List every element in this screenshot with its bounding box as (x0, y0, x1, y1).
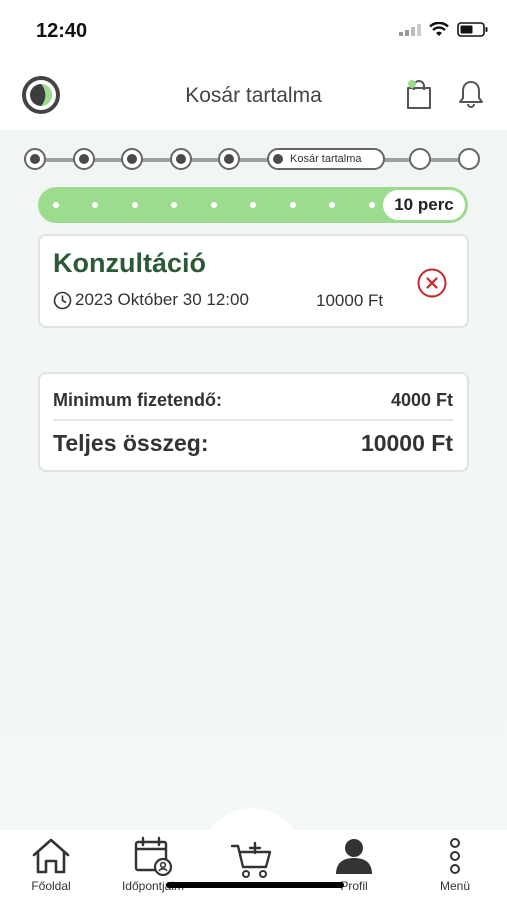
wifi-icon (429, 22, 449, 36)
summary-divider (53, 419, 453, 421)
step-1 (24, 148, 46, 170)
bell-icon[interactable] (456, 78, 486, 110)
timer-dot (53, 202, 59, 208)
step-7 (409, 148, 431, 170)
step-8 (458, 148, 480, 170)
profile-icon (336, 839, 372, 874)
cart-item-title: Konzultáció (53, 248, 206, 278)
signal-icon (399, 23, 421, 36)
cart-plus-icon (230, 841, 272, 878)
home-icon (32, 838, 70, 874)
cart-item-price: 10000 Ft (316, 291, 384, 310)
app-header: Kosár tartalma (0, 64, 507, 130)
status-icons (399, 22, 489, 37)
cart-icon[interactable] (404, 78, 434, 110)
cart-item-datetime: 2023 Október 30 12:00 (75, 290, 249, 309)
nav-profile-label: Profil (340, 879, 368, 893)
stepper-line (36, 158, 470, 162)
timer-label: 10 perc (383, 190, 465, 220)
timer-dot (171, 202, 177, 208)
minimum-payment-label: Minimum fizetendő: (53, 390, 222, 410)
nav-appointments[interactable]: Időpontjaim (116, 830, 190, 900)
total-row: Teljes összeg: 10000 Ft (53, 430, 453, 457)
status-bar: 12:40 (0, 0, 507, 64)
nav-home[interactable]: Főoldal (24, 830, 78, 900)
nav-profile[interactable]: Profil (326, 830, 382, 900)
minimum-payment-row: Minimum fizetendő: 4000 Ft (53, 390, 453, 411)
step-current-label: Kosár tartalma (290, 153, 362, 165)
timer-dot (132, 202, 138, 208)
step-current-marker (273, 154, 283, 164)
clock-icon (53, 291, 72, 309)
minimum-payment-value: 4000 Ft (390, 390, 453, 410)
timer-dot (92, 202, 98, 208)
step-5 (218, 148, 240, 170)
total-value: 10000 Ft (360, 430, 453, 456)
timer-dot (329, 202, 335, 208)
total-label: Teljes összeg: (53, 430, 209, 456)
timer-dot (290, 202, 296, 208)
reservation-timer: 10 perc (38, 187, 468, 223)
calendar-user-icon (134, 836, 173, 876)
home-indicator (166, 882, 344, 888)
status-time: 12:40 (36, 20, 88, 42)
cart-item-datetime-row: 2023 Október 30 12:00 (53, 290, 249, 310)
summary-card: Minimum fizetendő: 4000 Ft Teljes összeg… (38, 372, 469, 472)
more-vertical-icon (450, 838, 460, 874)
step-current: Kosár tartalma (267, 148, 385, 170)
timer-dot (211, 202, 217, 208)
step-2 (73, 148, 95, 170)
timer-dot (250, 202, 256, 208)
step-4 (170, 148, 192, 170)
battery-icon (457, 22, 488, 37)
timer-dot (369, 202, 375, 208)
remove-icon[interactable] (416, 267, 448, 299)
nav-menu-label: Menü (439, 879, 471, 893)
checkout-stepper: Kosár tartalma (24, 148, 482, 172)
cart-item-card: Konzultáció 2023 Október 30 12:00 10000 … (38, 234, 469, 328)
nav-home-label: Főoldal (31, 879, 71, 893)
nav-menu[interactable]: Menü (430, 830, 480, 900)
step-3 (121, 148, 143, 170)
